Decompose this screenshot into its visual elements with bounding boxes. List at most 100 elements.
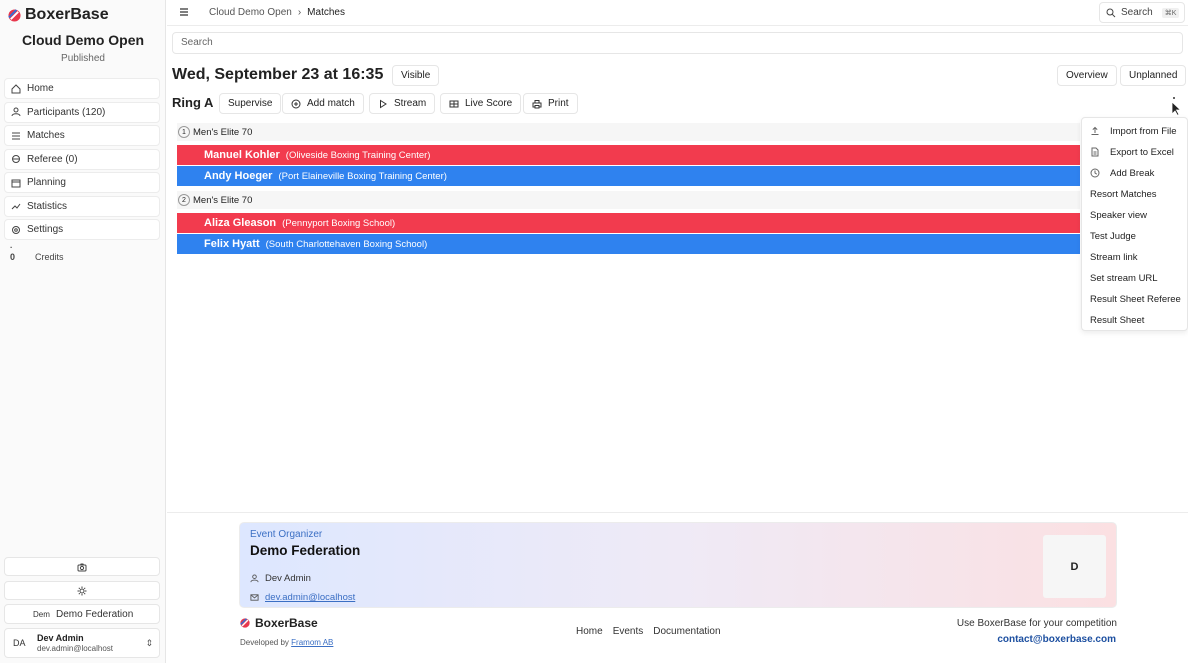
breadcrumb: Cloud Demo Open › Matches [209,7,345,18]
sidebar-item-home[interactable]: Home [4,78,160,99]
contact-name: Dev Admin [265,573,311,584]
sidebar-item-settings[interactable]: Settings [4,219,160,240]
blue-corner-row[interactable]: Felix Hyatt (South Charlottehaven Boxing… [177,234,1080,254]
add-match-button[interactable]: Add match [282,93,364,114]
menu-item-import-from-file[interactable]: Import from File [1090,122,1177,140]
credits: 0 Credits [10,243,64,262]
avatar: DA [13,638,26,648]
theme-toggle-button[interactable] [4,581,160,600]
user-menu[interactable]: DA Dev Admin dev.admin@localhost ⇕ [4,628,160,658]
button-label: Stream [394,98,427,109]
live-score-button[interactable]: Live Score [440,93,522,114]
stream-button[interactable]: Stream [369,93,436,114]
menu-item-set-stream-url[interactable]: Set stream URL [1090,269,1158,287]
menu-item-result-sheet-referee[interactable]: Result Sheet Referee [1090,290,1181,308]
fighter-name: Manuel Kohler [204,149,280,161]
event-title: Cloud Demo Open [21,32,145,48]
footer-link-events[interactable]: Events [613,626,644,637]
menu-item-export-to-excel[interactable]: Export to Excel [1090,143,1174,161]
fighter-club: (Port Elaineville Boxing Training Center… [278,170,447,182]
overview-button[interactable]: Overview [1057,65,1117,86]
sidebar-item-matches[interactable]: Matches [4,125,160,146]
button-label: Add match [307,98,355,109]
unplanned-button[interactable]: Unplanned [1120,65,1187,86]
menu-item-test-judge[interactable]: Test Judge [1090,227,1136,245]
menu-item-label: Import from File [1110,125,1177,137]
brand[interactable]: BoxerBase [8,6,109,24]
organization-switcher[interactable]: Dem Demo Federation [4,604,160,624]
match-index: 2 [178,194,190,206]
footer-contact-email[interactable]: contact@boxerbase.com [997,634,1116,645]
event-status: Published [61,53,105,64]
search-shortcut: ⌘K [1161,7,1180,18]
fighter-club: (South Charlottehaven Boxing School) [265,238,428,250]
chevron-updown-icon: ⇕ [145,638,153,648]
gear-icon [12,225,20,234]
organizer-name: Demo Federation [250,543,361,558]
fighter-name: Felix Hyatt [204,238,260,250]
match-category: Men's Elite 70 [193,126,253,138]
camera-button[interactable] [4,557,160,576]
boxerbase-logo-icon [240,618,250,628]
organizer-logo: D [1043,535,1106,598]
button-label: Live Score [465,98,513,109]
sidebar-item-label: Statistics [27,200,68,212]
menu-item-label: Stream link [1090,251,1138,263]
match-search-input[interactable]: Search [172,32,1183,54]
footer-cta: Use BoxerBase for your competition [956,618,1117,629]
menu-item-label: Test Judge [1090,230,1136,242]
blue-corner-row[interactable]: Andy Hoeger (Port Elaineville Boxing Tra… [177,166,1080,186]
referee-icon [12,155,20,163]
clock-icon [1090,168,1100,178]
button-label: Print [548,98,569,109]
scoreboard-icon [449,100,459,107]
organizer-contact-email[interactable]: dev.admin@localhost [250,592,355,603]
footer-link-documentation[interactable]: Documentation [653,626,720,637]
print-button[interactable]: Print [523,93,578,114]
menu-item-label: Speaker view [1090,209,1148,221]
breadcrumb-current: Matches [307,7,345,18]
credits-label: Credits [35,252,64,262]
match-category-row: 2 Men's Elite 70 [177,191,1080,209]
menu-item-stream-link[interactable]: Stream link [1090,248,1138,266]
brand-name: BoxerBase [25,6,109,23]
red-corner-row[interactable]: Manuel Kohler (Oliveside Boxing Training… [177,145,1080,165]
fighter-name: Aliza Gleason [204,217,277,229]
sun-icon [77,586,87,595]
breadcrumb-event[interactable]: Cloud Demo Open [209,7,292,18]
footer-link-home[interactable]: Home [576,626,603,637]
supervise-button[interactable]: Supervise [219,93,282,114]
menu-item-add-break[interactable]: Add Break [1090,164,1154,182]
organizer-card: Event Organizer Demo Federation Dev Admi… [239,522,1117,608]
developer-link[interactable]: Framom AB [291,638,333,647]
menu-item-resort-matches[interactable]: Resort Matches [1090,185,1157,203]
chevron-right-icon: › [297,7,302,18]
fighter-club: (Oliveside Boxing Training Center) [285,149,431,161]
red-corner-row[interactable]: Aliza Gleason (Pennyport Boxing School) [177,213,1080,233]
add-circle-icon [291,99,301,108]
user-name: Dev Admin [37,633,84,643]
menu-item-speaker-view[interactable]: Speaker view [1090,206,1147,224]
chart-icon [11,203,21,210]
sidebar-item-label: Home [27,83,54,94]
camera-icon [77,563,87,571]
sidebar-item-statistics[interactable]: Statistics [4,195,160,217]
global-search-button[interactable]: Search ⌘K [1099,2,1185,23]
more-options-icon[interactable] [1164,95,1184,116]
contact-email-link[interactable]: dev.admin@localhost [265,592,355,603]
sidebar-item-referee[interactable]: Referee (0) [4,148,160,170]
sidebar-item-planning[interactable]: Planning [4,172,160,193]
sidebar-item-label: Referee (0) [27,153,78,165]
visible-toggle-button[interactable]: Visible [392,65,440,86]
footer-brand[interactable]: BoxerBase [240,616,318,630]
menu-item-result-sheet[interactable]: Result Sheet [1090,311,1144,329]
user-icon [250,574,259,583]
sidebar-item-participants[interactable]: Participants (120) [4,101,160,123]
sidebar-item-label: Participants (120) [27,106,106,118]
session-date-title: Wed, September 23 at 16:35 [172,66,384,83]
menu-icon[interactable] [179,7,189,17]
menu-item-label: Result Sheet Referee [1090,293,1181,305]
top-bar: Cloud Demo Open › Matches Search ⌘K [167,0,1188,26]
search-icon [1106,8,1116,17]
org-name: Demo Federation [56,608,134,620]
